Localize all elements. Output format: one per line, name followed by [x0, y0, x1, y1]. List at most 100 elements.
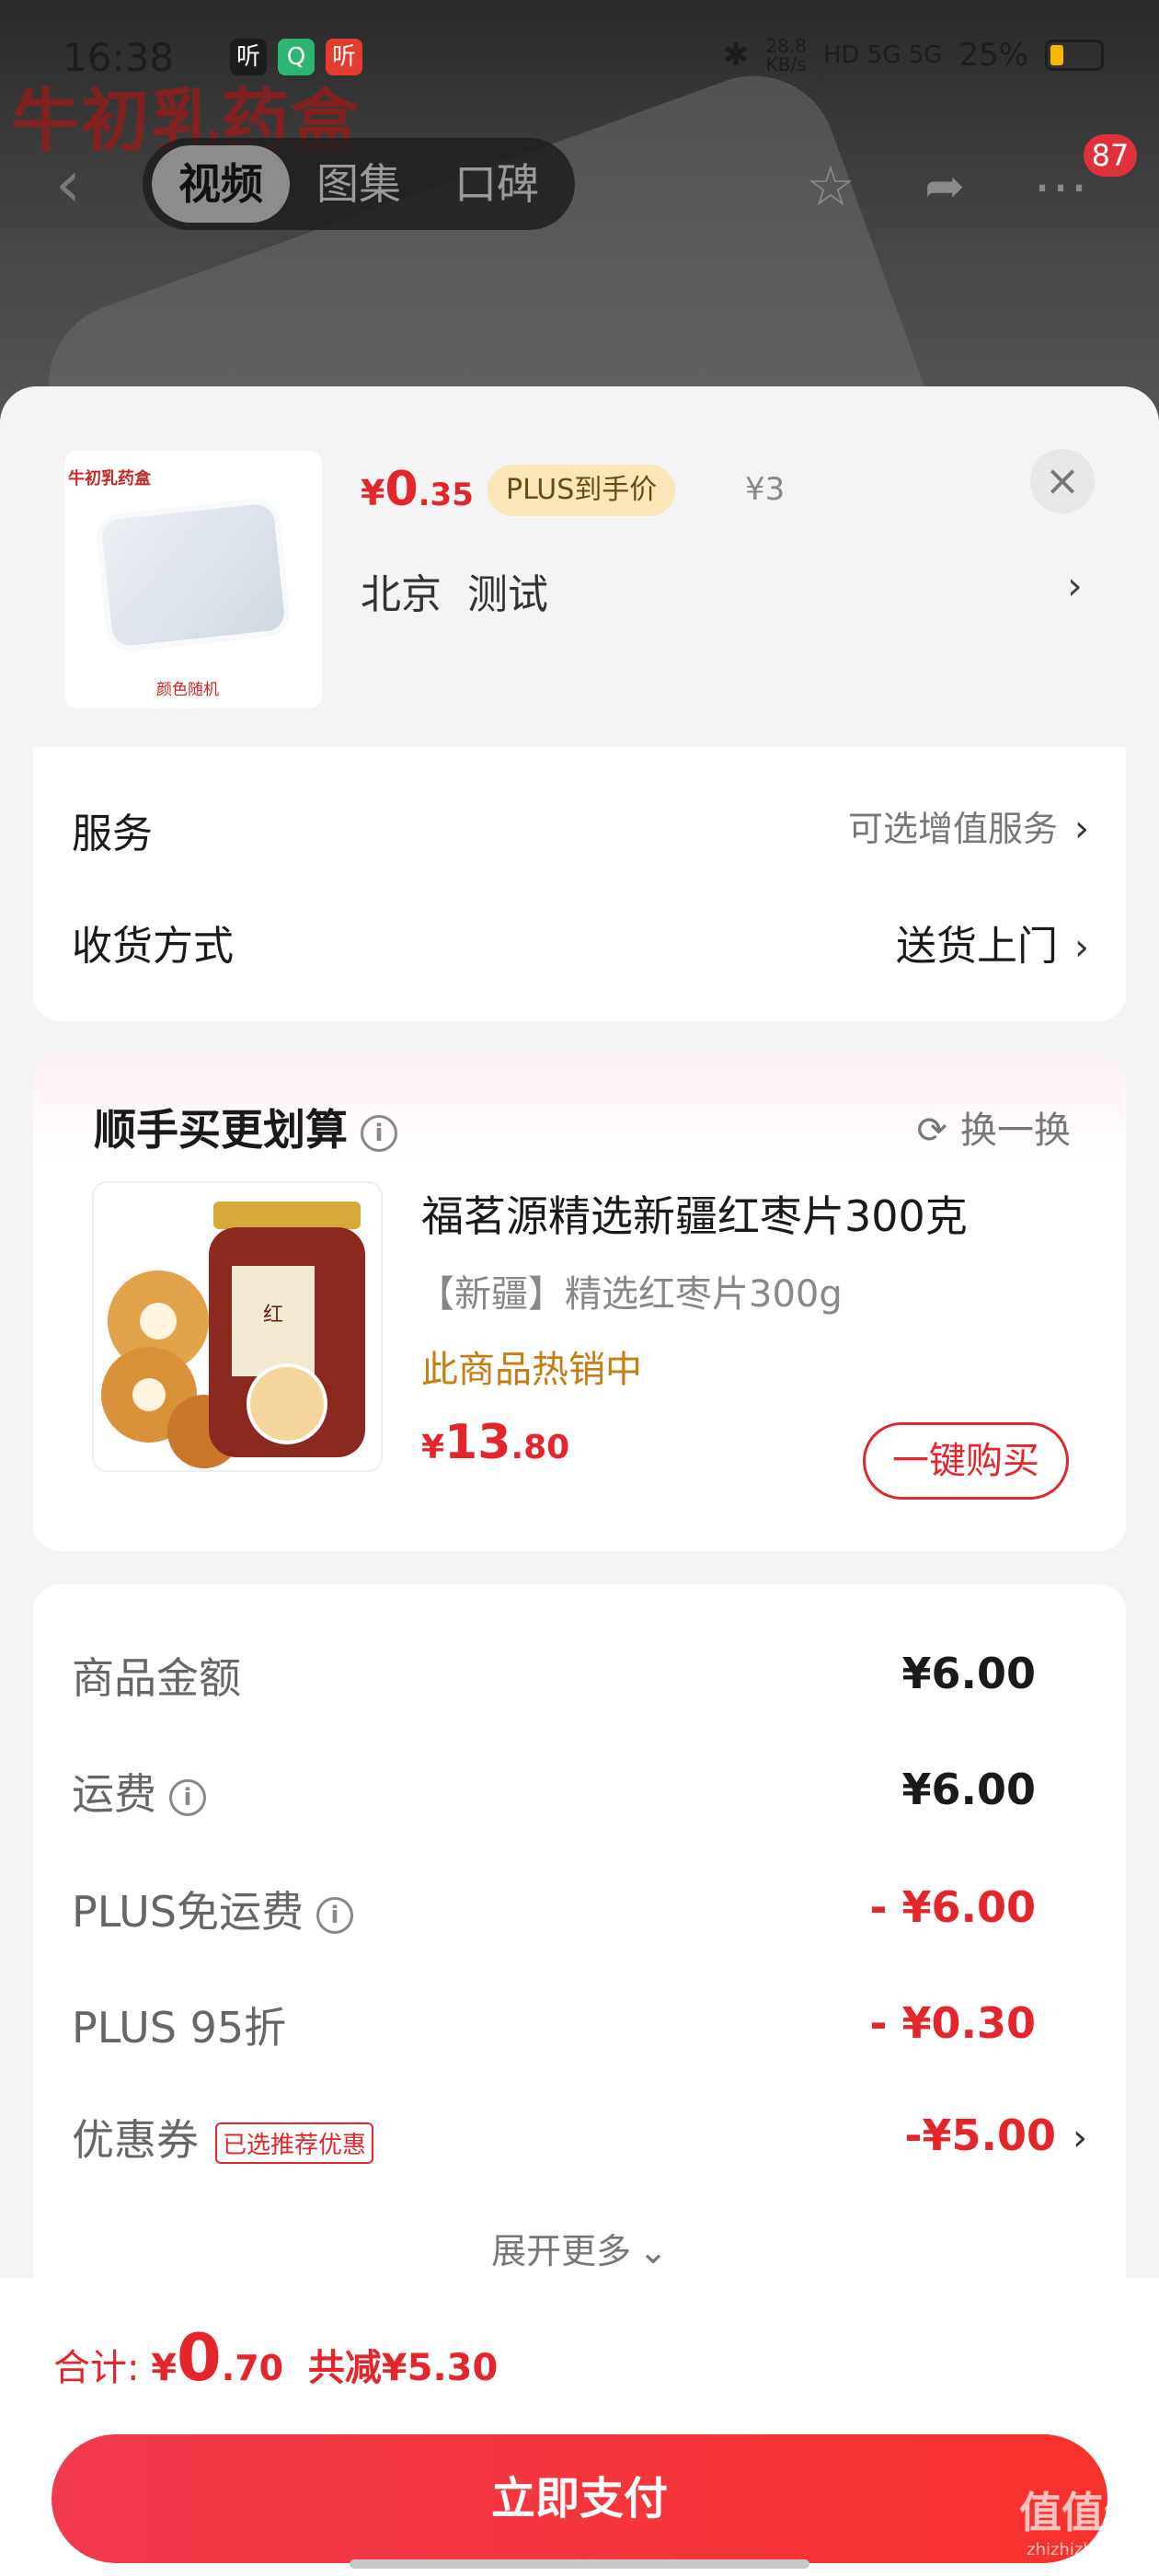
- expand-more-button[interactable]: 展开更多 ⌄: [33, 2223, 1126, 2273]
- product-price: ¥0.35: [361, 462, 474, 517]
- delivery-value: 送货上门 ›: [896, 913, 1089, 972]
- network-speed: 28.8 KB/s: [765, 35, 807, 75]
- jujube-jar-illustration: 红: [94, 1183, 381, 1470]
- delivery-row[interactable]: 收货方式 送货上门 ›: [72, 913, 1089, 970]
- signal-icon: HD 5G 5G: [822, 41, 943, 69]
- close-icon[interactable]: ×: [1030, 449, 1095, 513]
- total-integer: 0: [177, 2320, 222, 2396]
- info-icon[interactable]: i: [316, 1896, 353, 1934]
- swap-button[interactable]: ⟳ 换一换: [916, 1100, 1071, 1154]
- plus-discount-amount: - ¥0.30: [869, 1998, 1036, 2048]
- service-value-text: 可选增值服务: [847, 809, 1058, 849]
- price-decimal: .35: [418, 477, 474, 513]
- battery-icon: [1045, 40, 1104, 71]
- share-icon[interactable]: ➦: [912, 155, 977, 219]
- info-icon[interactable]: i: [169, 1778, 206, 1816]
- tab-reviews[interactable]: 口碑: [428, 145, 566, 223]
- info-icon[interactable]: i: [361, 1114, 397, 1152]
- upsell-price-decimal: .80: [511, 1429, 570, 1466]
- thumb-note: 颜色随机: [156, 681, 219, 699]
- expand-more-label: 展开更多: [491, 2231, 632, 2271]
- chevron-right-icon[interactable]: ›: [1067, 563, 1083, 608]
- delivery-label: 收货方式: [72, 923, 234, 970]
- delivery-value-text: 送货上门: [896, 923, 1058, 970]
- plus-price-tag: PLUS到手价: [488, 465, 676, 516]
- bluetooth-icon: ✱: [722, 37, 750, 74]
- product-summary: 牛初乳药盒 颜色随机 ¥0.35 PLUS到手价 ¥3 × 北京 测试 ›: [0, 386, 1159, 754]
- status-right: ✱ 28.8 KB/s HD 5G 5G 25%: [723, 37, 1104, 74]
- service-row[interactable]: 服务 可选增值服务 ›: [72, 800, 1089, 857]
- checkout-footer: 合计: ¥0.70 共减¥5.30 立即支付: [0, 2278, 1159, 2576]
- plus-free-amount: - ¥6.00: [869, 1882, 1036, 1932]
- fee-breakdown-card: 商品金额 ¥6.00 运费 i ¥6.00 PLUS免运费 i - ¥6.00 PL…: [33, 1584, 1126, 2375]
- upsell-hot-label: 此商品热销中: [421, 1349, 642, 1391]
- thumb-label: 牛初乳药盒: [68, 469, 151, 489]
- qq-app-icon: Q: [278, 39, 315, 75]
- options-card: 服务 可选增值服务 › 收货方式 送货上门 ›: [33, 747, 1126, 1021]
- chevron-right-icon: ›: [1073, 2117, 1087, 2159]
- total-currency: ¥: [151, 2347, 178, 2389]
- coupon-amount: -¥5.00 ›: [904, 2110, 1087, 2160]
- home-indicator: [350, 2559, 809, 2569]
- upsell-title: 顺手买更划算 i: [94, 1097, 397, 1157]
- one-click-buy-button[interactable]: 一键购买: [863, 1422, 1069, 1500]
- total-decimal: .70: [221, 2348, 284, 2388]
- coupon-recommended-tag: 已选推荐优惠: [215, 2122, 374, 2164]
- service-value: 可选增值服务 ›: [848, 800, 1089, 851]
- price-integer: 0: [384, 462, 419, 517]
- plus-free-label-text: PLUS免运费: [72, 1887, 304, 1937]
- coupon-label: 优惠券 已选推荐优惠: [72, 2107, 374, 2168]
- total-saved: 共减¥5.30: [307, 2347, 499, 2389]
- delivery-address[interactable]: 北京 测试: [361, 561, 548, 620]
- pill-box-image: [94, 496, 293, 654]
- checkout-sheet: 牛初乳药盒 颜色随机 ¥0.35 PLUS到手价 ¥3 × 北京 测试 › 服务…: [0, 386, 1159, 2576]
- listen-red-app-icon: 听: [326, 39, 362, 75]
- status-time: 16:38: [63, 35, 175, 80]
- watermark-main: 值值值: [1019, 2488, 1146, 2537]
- upsell-price-integer: 13: [444, 1415, 511, 1470]
- goods-amount-value: ¥6.00: [901, 1649, 1036, 1698]
- product-thumbnail: 牛初乳药盒 颜色随机: [64, 451, 322, 708]
- site-watermark: 值值值 zhizhizhi.com: [1019, 2479, 1146, 2559]
- upsell-price-currency: ¥: [421, 1429, 445, 1466]
- message-badge: 87: [1084, 134, 1137, 177]
- order-total: 合计: ¥0.70 共减¥5.30: [53, 2320, 498, 2396]
- coupon-label-text: 优惠券: [72, 2115, 199, 2165]
- star-icon[interactable]: ☆: [798, 155, 863, 219]
- goods-amount-label: 商品金额: [72, 1653, 241, 1703]
- refresh-icon: ⟳: [916, 1110, 947, 1152]
- upsell-title-text: 顺手买更划算: [94, 1105, 348, 1155]
- total-label: 合计:: [53, 2347, 140, 2389]
- listen-app-icon: 听: [230, 39, 267, 75]
- upsell-card: 顺手买更划算 i ⟳ 换一换 红 福茗源精选新疆红枣片300克 【新疆】精选红枣片3…: [33, 1054, 1126, 1551]
- swap-label: 换一换: [960, 1110, 1071, 1152]
- service-label: 服务: [72, 811, 153, 857]
- battery-percent: 25%: [958, 37, 1028, 74]
- shipping-label: 运费 i: [72, 1761, 206, 1822]
- top-navbar: ‹ 视频 图集 口碑 ☆ ➦ ⋯: [0, 138, 1159, 230]
- chevron-right-icon: ›: [1074, 808, 1089, 850]
- status-bar: 16:38 听 Q 听 ✱ 28.8 KB/s HD 5G 5G 25%: [0, 28, 1159, 101]
- status-app-icons: 听 Q 听: [230, 39, 362, 75]
- chevron-right-icon: ›: [1074, 926, 1089, 969]
- back-arrow-icon[interactable]: ‹: [55, 152, 81, 216]
- tab-video[interactable]: 视频: [152, 145, 290, 223]
- media-tabs: 视频 图集 口碑: [143, 138, 575, 230]
- upsell-price: ¥13.80: [421, 1415, 569, 1470]
- coupon-amount-text: -¥5.00: [904, 2110, 1056, 2160]
- upsell-product-name[interactable]: 福茗源精选新疆红枣片300克: [421, 1183, 968, 1244]
- tab-gallery[interactable]: 图集: [290, 145, 428, 223]
- chevron-down-icon: ⌄: [638, 2231, 668, 2271]
- plus-discount-label: PLUS 95折: [72, 2003, 287, 2053]
- watermark-sub: zhizhizhi.com: [1027, 2540, 1139, 2559]
- shipping-label-text: 运费: [72, 1769, 156, 1819]
- upsell-product-image[interactable]: 红: [92, 1181, 383, 1472]
- plus-free-label: PLUS免运费 i: [72, 1879, 353, 1939]
- original-price: ¥3: [745, 471, 786, 508]
- pay-now-button[interactable]: 立即支付: [52, 2434, 1107, 2563]
- price-currency: ¥: [361, 473, 385, 513]
- more-icon[interactable]: ⋯: [1028, 155, 1093, 219]
- svg-text:红: 红: [263, 1304, 283, 1327]
- upsell-product-spec: 【新疆】精选红枣片300g: [418, 1273, 843, 1316]
- shipping-amount: ¥6.00: [901, 1765, 1036, 1814]
